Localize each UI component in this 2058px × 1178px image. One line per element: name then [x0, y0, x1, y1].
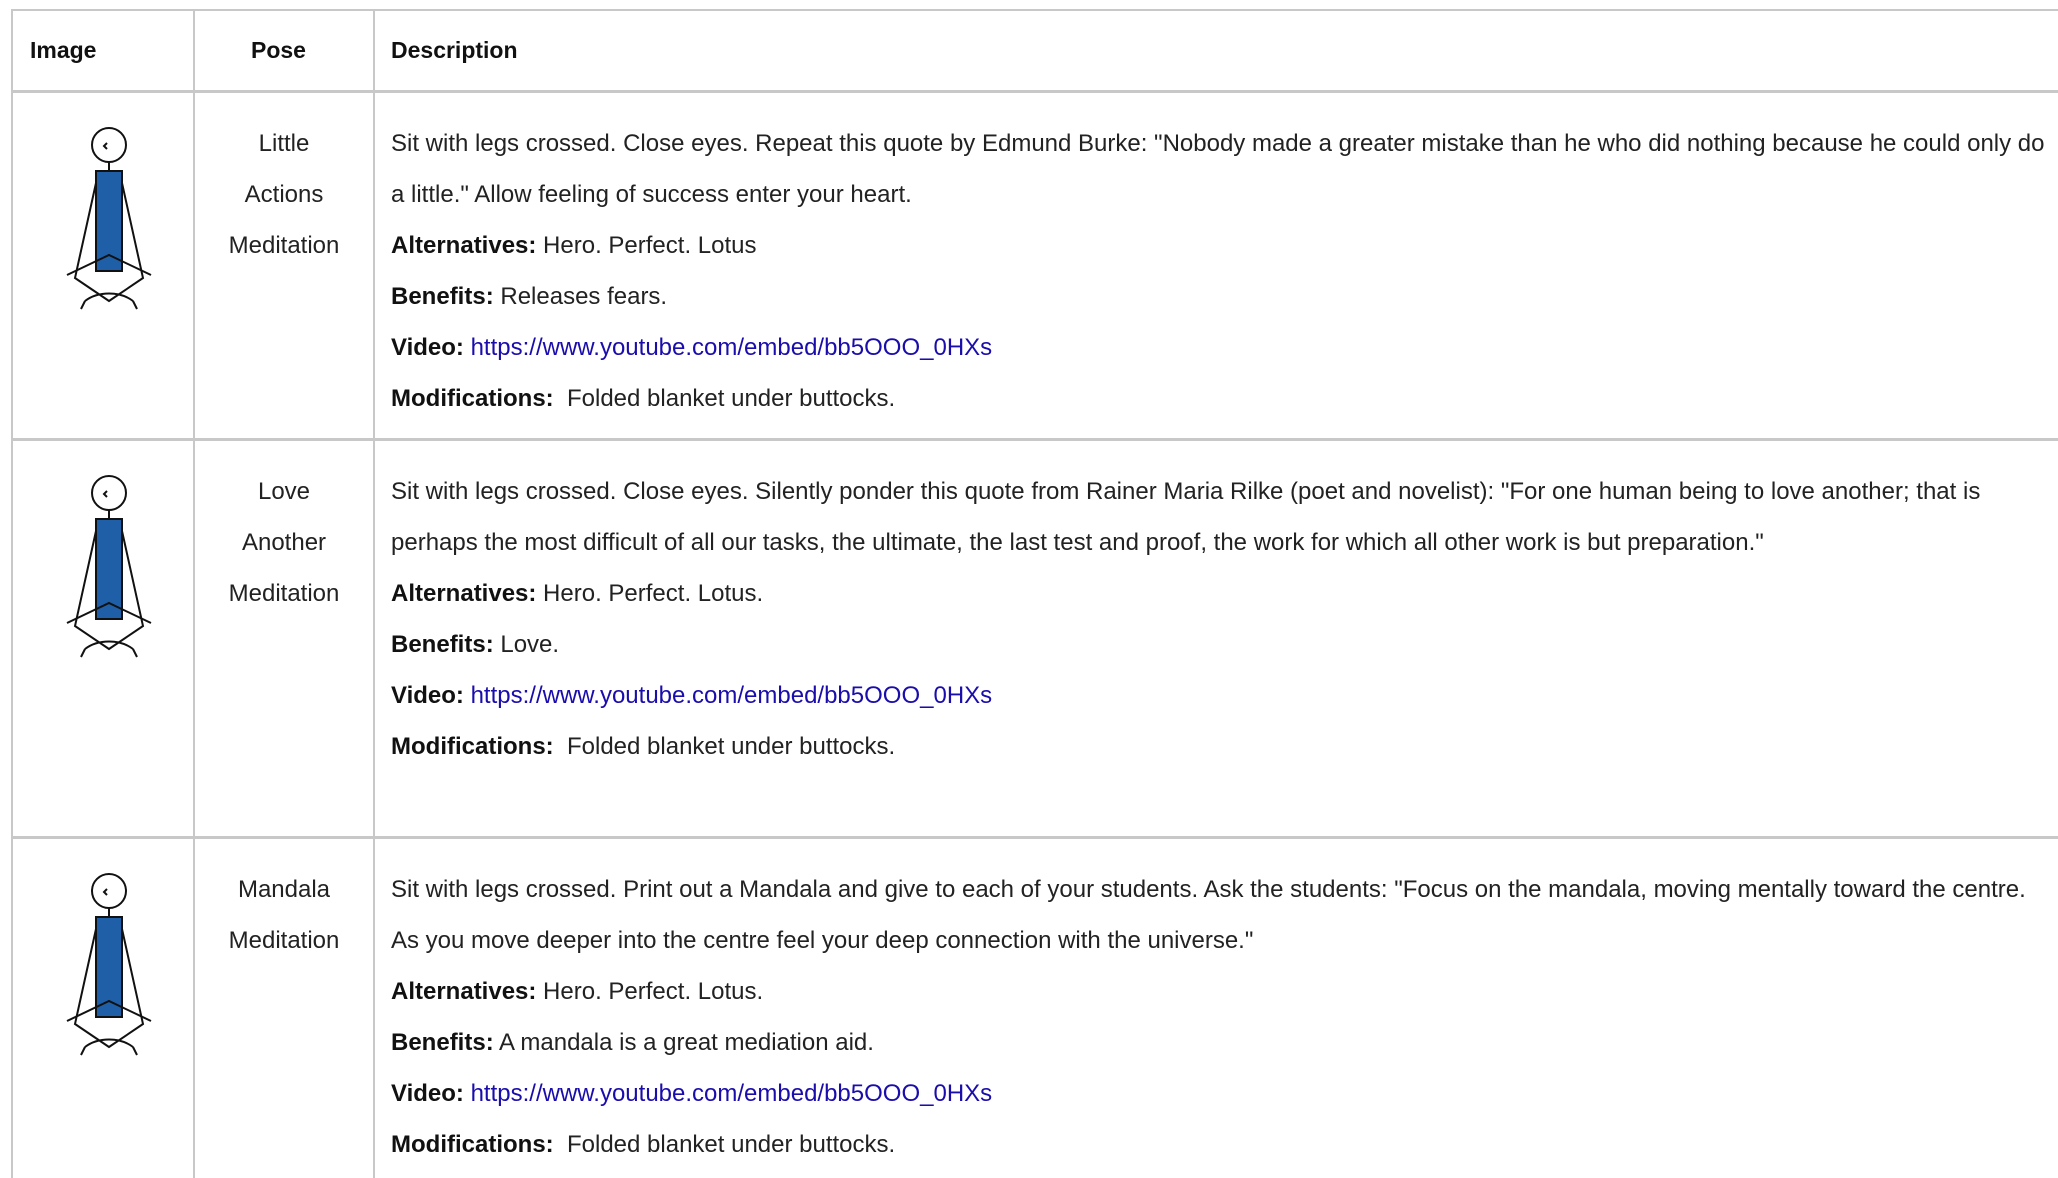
- modifications-label: Modifications:: [391, 733, 554, 760]
- modifications-value: Folded blanket under buttocks.: [553, 1131, 896, 1158]
- benefits-value: Releases fears.: [493, 283, 668, 310]
- pose-name: Love Another Meditation: [194, 466, 374, 619]
- alternatives-label: Alternatives:: [391, 232, 537, 259]
- header-divider-2: [373, 11, 375, 90]
- header-divider-1: [193, 11, 195, 90]
- meditation-figure-icon: [66, 873, 152, 1056]
- video-link[interactable]: https://www.youtube.com/embed/bb5OOO_0HX…: [471, 334, 993, 361]
- video-link[interactable]: https://www.youtube.com/embed/bb5OOO_0HX…: [471, 682, 993, 709]
- pose-name: Little Actions Meditation: [194, 118, 374, 271]
- pose-name-line: Little: [258, 130, 310, 157]
- alternatives-label: Alternatives:: [391, 978, 537, 1005]
- description-text: Sit with legs crossed. Close eyes. Silen…: [391, 478, 1981, 556]
- meditation-figure-icon: [66, 475, 152, 658]
- header-description: Description: [391, 37, 518, 63]
- alternatives-label: Alternatives:: [391, 580, 537, 607]
- modifications-value: Folded blanket under buttocks.: [553, 385, 896, 412]
- table-header: Image Pose Description: [11, 9, 2058, 93]
- poses-table: Image Pose Description Little Actions Me…: [0, 0, 2058, 1178]
- video-label: Video:: [391, 1080, 464, 1107]
- alternatives-value: Hero. Perfect. Lotus.: [536, 580, 764, 607]
- video-label: Video:: [391, 682, 464, 709]
- benefits-value: Love.: [493, 631, 560, 658]
- modifications-value: Folded blanket under buttocks.: [553, 733, 896, 760]
- benefits-label: Benefits:: [391, 283, 494, 310]
- pose-name-line: Actions: [244, 181, 324, 208]
- description-text: Sit with legs crossed. Close eyes. Repea…: [391, 130, 2045, 208]
- modifications-line: Modifications: Folded blanket under butt…: [391, 1119, 2056, 1170]
- header-pose: Pose: [251, 37, 306, 63]
- video-link[interactable]: https://www.youtube.com/embed/bb5OOO_0HX…: [471, 1080, 993, 1107]
- pose-description: Sit with legs crossed. Close eyes. Silen…: [391, 466, 2056, 772]
- header-image: Image: [30, 37, 97, 63]
- benefits-value: A mandala is a great mediation aid.: [493, 1029, 874, 1056]
- table-row: Love Another Meditation Sit with legs cr…: [11, 441, 2058, 839]
- pose-name: Mandala Meditation: [194, 864, 374, 966]
- video-label: Video:: [391, 334, 464, 361]
- pose-name-line: Meditation: [228, 580, 340, 607]
- pose-name-line: Mandala: [237, 876, 331, 903]
- video-line: Video: https://www.youtube.com/embed/bb5…: [391, 322, 2056, 373]
- alternatives-value: Hero. Perfect. Lotus.: [536, 978, 764, 1005]
- modifications-label: Modifications:: [391, 1131, 554, 1158]
- alternatives-line: Alternatives: Hero. Perfect. Lotus: [391, 220, 2056, 271]
- pose-description: Sit with legs crossed. Close eyes. Repea…: [391, 118, 2056, 424]
- video-line: Video: https://www.youtube.com/embed/bb5…: [391, 670, 2056, 721]
- pose-description: Sit with legs crossed. Print out a Manda…: [391, 864, 2056, 1170]
- table-row: Little Actions Meditation Sit with legs …: [11, 93, 2058, 441]
- video-line: Video: https://www.youtube.com/embed/bb5…: [391, 1068, 2056, 1119]
- pose-name-line: Love: [257, 478, 311, 505]
- pose-name-line: Another: [241, 529, 327, 556]
- pose-name-line: Meditation: [228, 232, 340, 259]
- modifications-label: Modifications:: [391, 385, 554, 412]
- table-row: Mandala Meditation Sit with legs crossed…: [11, 839, 2058, 1178]
- benefits-label: Benefits:: [391, 1029, 494, 1056]
- benefits-line: Benefits: Releases fears.: [391, 271, 2056, 322]
- alternatives-line: Alternatives: Hero. Perfect. Lotus.: [391, 568, 2056, 619]
- meditation-figure-icon: [66, 127, 152, 310]
- alternatives-line: Alternatives: Hero. Perfect. Lotus.: [391, 966, 2056, 1017]
- pose-name-line: Meditation: [228, 927, 340, 954]
- modifications-line: Modifications: Folded blanket under butt…: [391, 373, 2056, 424]
- benefits-label: Benefits:: [391, 631, 494, 658]
- benefits-line: Benefits: A mandala is a great mediation…: [391, 1017, 2056, 1068]
- alternatives-value: Hero. Perfect. Lotus: [536, 232, 757, 259]
- description-text: Sit with legs crossed. Print out a Manda…: [391, 876, 2026, 954]
- modifications-line: Modifications: Folded blanket under butt…: [391, 721, 2056, 772]
- benefits-line: Benefits: Love.: [391, 619, 2056, 670]
